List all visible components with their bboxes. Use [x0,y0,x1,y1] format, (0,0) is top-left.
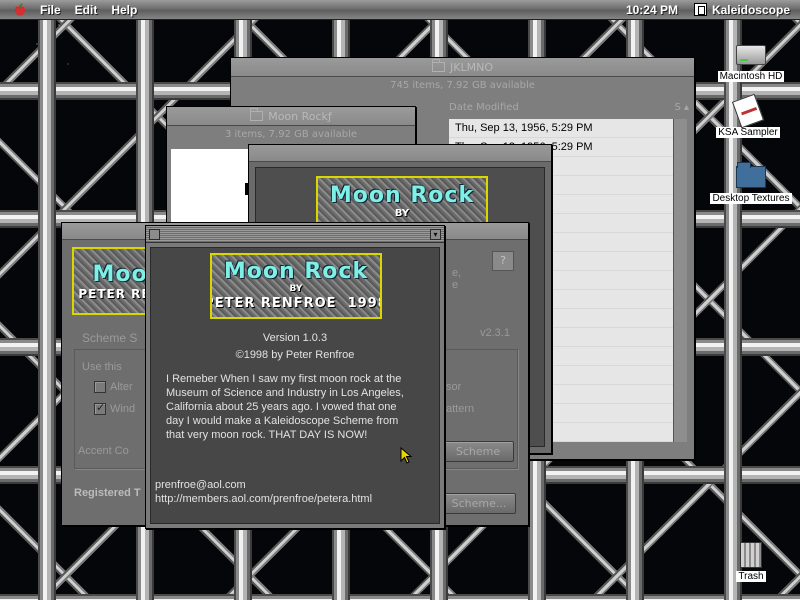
desktop-icon-macintosh-hd[interactable]: Macintosh HD [705,40,797,82]
wind-checkbox-label: Wind [110,403,136,415]
column-header-date-modified[interactable]: Date Modified [449,102,519,118]
tab-scheme[interactable]: Scheme S [82,331,137,345]
desktop-icon-label: Macintosh HD [717,71,785,82]
desktop-icon-label: Desktop Textures [710,193,792,204]
banner-author: PETER RENFROE 1998 [210,295,382,311]
moonrock-banner: Moon Rock BY [316,176,488,226]
desktop-icon-label: KSA Sampler [716,127,780,138]
alter-checkbox[interactable] [94,381,106,393]
application-name: Kaleidoscope [711,2,790,17]
version-text: Version 1.0.3 [262,332,328,344]
window-titlebar[interactable]: ▾ [146,226,444,243]
cursor-option-label: sor [446,381,462,393]
registered-to-label: Registered T [74,487,141,499]
kpanel-side-text: e, [452,267,462,279]
folder-icon [250,108,264,121]
desktop-icon-ksa-sampler[interactable]: KSA Sampler [702,93,794,138]
banner-title: Moon Rock [329,183,475,208]
help-button[interactable]: ? [492,251,514,271]
window-info: 745 items, 7.92 GB available [390,80,535,91]
banner-title: Moon Rock [223,258,369,284]
window-title: JKLMNO [450,60,493,74]
open-scheme-button[interactable]: Scheme... [442,493,516,514]
window-info: 3 items, 7.92 GB available [224,129,358,140]
window-title: Moon Rockƒ [268,109,332,123]
copyright-text: ©1998 by Peter Renfroe [235,349,355,361]
website-link[interactable]: http://members.aol.com/prenfroe/petera.h… [155,493,372,505]
menu-bar: File Edit Help 10:24 PM Kaleidoscope [0,0,800,20]
use-this-label: Use this [82,361,122,373]
desktop-icon-desktop-textures[interactable]: Desktop Textures [705,162,797,204]
desktop-icon-trash[interactable]: Trash [705,540,797,582]
sort-direction-icon[interactable]: S ▴ [674,102,689,118]
alter-checkbox-label: Alter [110,381,133,393]
desktop-icon-label: Trash [736,571,766,582]
email-link[interactable]: prenfroe@aol.com [155,479,246,491]
kpanel-version: v2.3.1 [480,327,510,339]
menu-clock[interactable]: 10:24 PM [626,3,678,17]
accent-color-label: Accent Co [78,445,129,457]
about-story-text: I Remeber When I saw my first moon rock … [166,373,404,441]
banner-by: BY [394,208,410,219]
menu-file[interactable]: File [40,3,61,17]
mouse-pointer-icon [400,447,413,464]
close-box-icon[interactable] [149,228,160,240]
wind-checkbox[interactable] [94,401,106,415]
document-icon [731,93,765,129]
kpanel-side-text: e [452,279,459,291]
moonrock-banner: Moon Rock BY PETER RENFROE 1998 [210,253,382,319]
about-content: Moon Rock BY PETER RENFROE 1998 Version … [150,247,440,524]
application-icon [693,3,707,16]
folder-icon [736,162,766,188]
list-item[interactable]: Thu, Sep 13, 1956, 5:29 PM [449,119,675,138]
hard-drive-icon [736,45,766,65]
menu-help[interactable]: Help [111,3,137,17]
banner-by: BY [289,283,303,294]
window-titlebar[interactable]: Moon Rockƒ [167,107,415,126]
window-titlebar[interactable] [249,145,551,162]
scheme-button[interactable]: Scheme [442,441,514,462]
window-titlebar[interactable]: JKLMNO [231,58,694,77]
pattern-option-label: attern [446,403,475,415]
collapse-box-icon[interactable]: ▾ [430,228,441,240]
folder-icon [432,59,446,72]
trash-icon [740,542,762,568]
banner-title: Moo [92,261,148,287]
apple-menu-icon[interactable] [10,2,30,17]
vertical-scrollbar[interactable] [673,119,687,442]
menu-edit[interactable]: Edit [75,3,98,17]
application-menu[interactable]: Kaleidoscope [693,2,790,17]
about-moonrock-window[interactable]: ▾ Moon Rock BY PETER RENFROE 1998 Versio… [145,225,445,529]
list-header: Date Modified S ▴ [449,102,689,118]
